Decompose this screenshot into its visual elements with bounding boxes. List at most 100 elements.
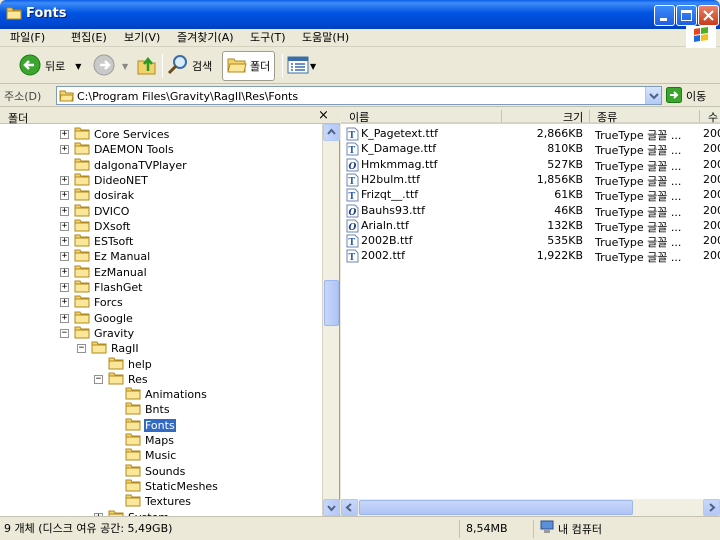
collapse-icon[interactable]: −: [94, 374, 103, 384]
file-name: Hmkmmag.ttf: [361, 157, 438, 171]
tree-item-label: RagII: [111, 342, 139, 356]
tree-item[interactable]: + EzManual: [60, 265, 148, 280]
file-row[interactable]: OArialn.ttf132KBTrueType 글꼴 ...200: [341, 218, 720, 234]
tree-item[interactable]: Maps: [111, 433, 175, 448]
scrollbar-thumb[interactable]: [359, 500, 633, 515]
column-header-type[interactable]: 종류: [597, 109, 617, 125]
expand-icon[interactable]: +: [60, 145, 69, 155]
tree-item-label: Bnts: [145, 403, 170, 417]
menu-file[interactable]: 파일(F): [6, 29, 49, 47]
tree-item[interactable]: dalgonaTVPlayer: [60, 158, 188, 173]
chevron-down-icon[interactable]: ▼: [122, 62, 128, 71]
maximize-button[interactable]: [676, 5, 697, 26]
file-row[interactable]: TFrizqt__.ttf61KBTrueType 글꼴 ...200: [341, 187, 720, 203]
file-row[interactable]: TK_Pagetext.ttf2,866KBTrueType 글꼴 ...200: [341, 126, 720, 142]
search-button[interactable]: 검색: [167, 51, 212, 81]
column-header-modified[interactable]: 수: [708, 109, 718, 125]
folder-icon: [6, 6, 22, 20]
tree-item[interactable]: − RagII: [77, 341, 140, 356]
tree-item[interactable]: help: [94, 357, 153, 372]
expand-icon[interactable]: +: [60, 283, 69, 292]
menu-tools[interactable]: 도구(T): [246, 29, 290, 47]
menu-help[interactable]: 도움말(H): [298, 29, 353, 47]
close-button[interactable]: [698, 5, 719, 26]
tree-item[interactable]: + DAEMON Tools: [60, 142, 175, 157]
expand-icon[interactable]: +: [60, 252, 69, 262]
file-modified: 200: [703, 249, 720, 263]
menu-favorites[interactable]: 즐겨찾기(A): [173, 29, 238, 47]
tree-item-label: DVICO: [94, 204, 130, 218]
tree-item[interactable]: StaticMeshes: [111, 479, 219, 494]
expand-icon[interactable]: +: [60, 206, 69, 216]
tree-item[interactable]: Textures: [111, 494, 192, 509]
collapse-icon[interactable]: −: [60, 328, 69, 338]
expand-icon[interactable]: +: [60, 298, 69, 308]
svg-text:T: T: [349, 177, 356, 187]
chevron-down-icon[interactable]: ▼: [75, 62, 81, 71]
folders-button[interactable]: 폴더: [222, 51, 276, 81]
expand-icon[interactable]: +: [60, 191, 69, 201]
scroll-left-button[interactable]: [341, 499, 358, 516]
tree-item[interactable]: + DVICO: [60, 204, 130, 219]
column-header-name[interactable]: 이름: [349, 109, 369, 125]
tree-item[interactable]: − Gravity: [60, 326, 135, 341]
go-button[interactable]: 이동: [666, 86, 706, 105]
expand-icon[interactable]: +: [60, 221, 69, 231]
folder-tree: + Core Services + DAEMON Tools dalgonaTVPlay…: [0, 125, 322, 516]
up-folder-button[interactable]: [136, 51, 158, 81]
back-button[interactable]: 뒤로 ▼: [18, 51, 81, 81]
folder-pane-scrollbar[interactable]: [322, 124, 340, 516]
tree-item[interactable]: + Core Services: [60, 127, 170, 142]
file-row[interactable]: TK_Damage.ttf810KBTrueType 글꼴 ...200: [341, 141, 720, 157]
tree-item-label: EzManual: [94, 265, 147, 279]
file-row[interactable]: T 2002.ttf 1,922KB TrueType 글꼴 ... 200: [341, 248, 720, 266]
file-row[interactable]: OBauhs93.ttf46KBTrueType 글꼴 ...200: [341, 203, 720, 219]
truetype-font-icon: T: [346, 249, 359, 266]
tree-item[interactable]: + Ez Manual: [60, 249, 151, 264]
tree-item[interactable]: Fonts: [111, 417, 177, 433]
status-location-label: 내 컴퓨터: [558, 522, 602, 536]
file-size: 527KB: [547, 157, 583, 171]
collapse-icon[interactable]: −: [77, 344, 86, 354]
tree-item[interactable]: + DXsoft: [60, 219, 131, 234]
close-pane-icon[interactable]: ×: [318, 108, 329, 123]
file-row[interactable]: OHmkmmag.ttf527KBTrueType 글꼴 ...200: [341, 157, 720, 173]
views-button[interactable]: ▼: [287, 51, 316, 81]
tree-item[interactable]: Music: [111, 448, 177, 463]
expand-icon[interactable]: +: [60, 267, 69, 277]
tree-item[interactable]: + Forcs: [60, 295, 124, 310]
menu-view[interactable]: 보기(V): [120, 29, 164, 47]
minimize-button[interactable]: [654, 5, 675, 26]
expand-icon[interactable]: +: [60, 130, 69, 139]
tree-item[interactable]: − Res: [94, 372, 149, 387]
tree-item[interactable]: + ESTsoft: [60, 234, 134, 249]
tree-item[interactable]: + Google: [60, 311, 134, 326]
tree-item[interactable]: + DideoNET: [60, 173, 149, 188]
forward-button[interactable]: ▼: [92, 51, 128, 81]
chevron-down-icon[interactable]: ▼: [310, 62, 316, 71]
file-row[interactable]: TH2bulm.ttf1,856KBTrueType 글꼴 ...200: [341, 172, 720, 188]
file-modified: 200: [703, 203, 720, 217]
address-dropdown-button[interactable]: [645, 87, 661, 104]
expand-icon[interactable]: +: [60, 313, 69, 323]
scroll-right-button[interactable]: [703, 499, 720, 516]
tree-item[interactable]: Animations: [111, 387, 208, 402]
tree-item[interactable]: + dosirak: [60, 188, 135, 203]
expand-icon[interactable]: +: [60, 175, 69, 185]
file-size: 810KB: [547, 142, 583, 156]
file-list-scrollbar[interactable]: [341, 499, 720, 516]
column-header-size[interactable]: 크기: [563, 109, 583, 125]
scrollbar-thumb[interactable]: [324, 280, 339, 326]
address-input[interactable]: C:\Program Files\Gravity\RagII\Res\Fonts: [56, 86, 662, 105]
tree-item[interactable]: + FlashGet: [60, 280, 143, 295]
scroll-up-button[interactable]: [323, 124, 340, 141]
menu-edit[interactable]: 편집(E): [67, 29, 111, 47]
tree-item[interactable]: Bnts: [111, 402, 171, 417]
title-bar[interactable]: Fonts: [0, 0, 720, 29]
expand-icon[interactable]: +: [60, 237, 69, 247]
file-row[interactable]: T2002B.ttf535KBTrueType 글꼴 ...200: [341, 233, 720, 249]
file-name: 2002B.ttf: [361, 234, 413, 248]
tree-item[interactable]: Sounds: [111, 464, 186, 479]
scroll-down-button[interactable]: [323, 499, 340, 516]
folder-pane: 폴더 × + Core Services + DAEMON Tools dalgonaT…: [0, 108, 340, 516]
